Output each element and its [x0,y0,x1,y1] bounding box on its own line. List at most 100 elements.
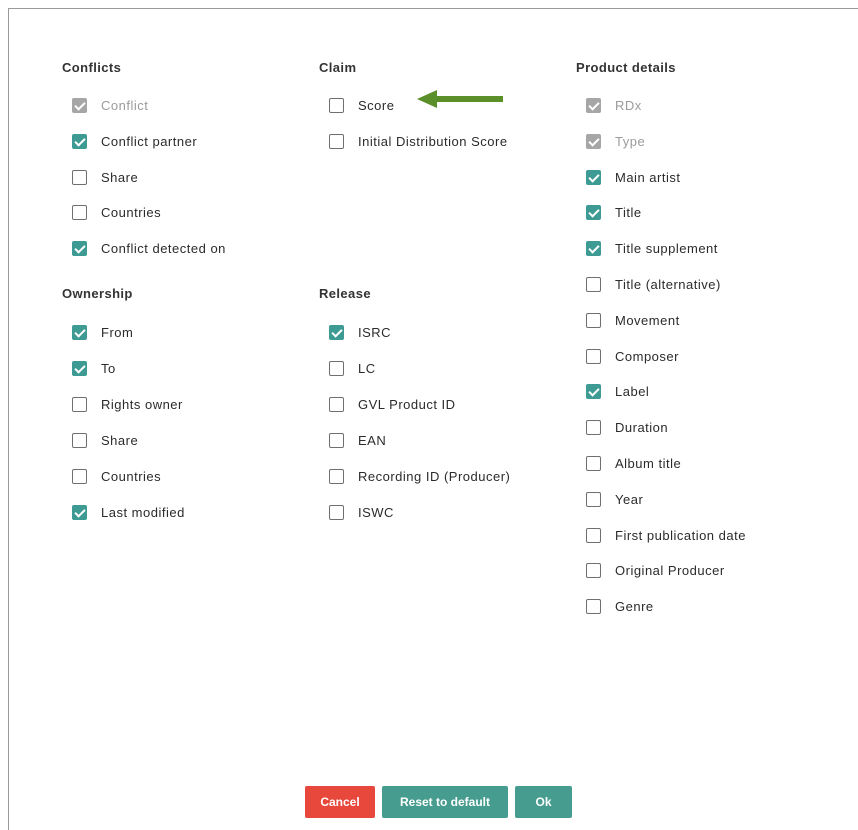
option-product-title-supplement[interactable]: Title supplement [586,239,718,257]
cancel-button[interactable]: Cancel [305,786,375,818]
option-ownership-last-modified[interactable]: Last modified [72,503,185,521]
checkbox-ownership-to[interactable] [72,360,87,376]
option-product-year[interactable]: Year [586,490,643,508]
checkbox-release-gvl-product-id[interactable] [329,396,344,412]
option-ownership-share[interactable]: Share [72,431,138,449]
arrow-left-icon [417,90,503,108]
option-product-movement[interactable]: Movement [586,311,680,329]
option-product-label[interactable]: Label [586,382,649,400]
option-product-duration[interactable]: Duration [586,418,668,436]
option-label: LC [358,360,376,376]
checkbox-conflicts-conflict [72,97,87,113]
checkbox-release-isrc[interactable] [329,324,344,340]
group-title-ownership: Ownership [62,286,133,301]
option-ownership-rights-owner[interactable]: Rights owner [72,395,183,413]
checkbox-product-album-title[interactable] [586,455,601,471]
checkbox-product-title-alternative[interactable] [586,276,601,292]
option-label: To [101,360,116,376]
option-label: Movement [615,312,680,328]
reset-to-default-button[interactable]: Reset to default [382,786,508,818]
option-label: Initial Distribution Score [358,133,508,149]
checkbox-product-first-publication-date[interactable] [586,527,601,543]
option-product-title[interactable]: Title [586,203,642,221]
ok-button[interactable]: Ok [515,786,572,818]
option-product-genre[interactable]: Genre [586,597,654,615]
checkbox-product-title[interactable] [586,204,601,220]
option-release-lc[interactable]: LC [329,359,376,377]
option-label: Share [101,169,139,185]
option-label: Conflict detected on [101,240,226,256]
checkbox-ownership-countries[interactable] [72,468,87,484]
option-label: Original Producer [615,562,725,578]
option-label: Year [615,491,644,507]
option-label: Composer [615,348,679,364]
checkbox-release-ean[interactable] [329,432,344,448]
option-label: Score [358,97,395,113]
checkbox-product-label[interactable] [586,383,601,399]
option-conflicts-conflict-detected-on[interactable]: Conflict detected on [72,239,226,257]
checkbox-product-movement[interactable] [586,312,601,328]
checkbox-conflicts-conflict-partner[interactable] [72,133,87,149]
checkbox-claim-initial-distribution-score[interactable] [329,133,344,149]
option-conflicts-conflict-partner[interactable]: Conflict partner [72,132,197,150]
option-product-title-alternative[interactable]: Title (alternative) [586,275,721,293]
option-release-gvl-product-id[interactable]: GVL Product ID [329,395,456,413]
checkbox-ownership-last-modified[interactable] [72,504,87,520]
checkbox-conflicts-countries[interactable] [72,204,87,220]
option-product-type: Type [586,132,645,150]
option-product-rdx: RDx [586,96,642,114]
option-label: First publication date [615,527,746,543]
option-release-ean[interactable]: EAN [329,431,386,449]
checkbox-product-duration[interactable] [586,419,601,435]
option-label: Type [615,133,646,149]
checkbox-product-original-producer[interactable] [586,562,601,578]
option-label: Duration [615,419,669,435]
checkbox-conflicts-conflict-detected-on[interactable] [72,240,87,256]
option-product-main-artist[interactable]: Main artist [586,168,680,186]
checkbox-product-title-supplement[interactable] [586,240,601,256]
option-label: Genre [615,598,654,614]
option-label: Last modified [101,504,185,520]
option-label: From [101,324,134,340]
checkbox-ownership-share[interactable] [72,432,87,448]
option-product-composer[interactable]: Composer [586,347,679,365]
checkbox-product-rdx [586,97,601,113]
option-claim-score[interactable]: Score [329,96,394,114]
option-ownership-countries[interactable]: Countries [72,467,161,485]
option-label: Recording ID (Producer) [358,468,511,484]
option-ownership-from[interactable]: From [72,323,133,341]
option-label: Conflict [101,97,149,113]
checkbox-product-genre[interactable] [586,598,601,614]
group-title-claim: Claim [319,60,357,75]
option-product-first-publication-date[interactable]: First publication date [586,526,746,544]
checkbox-conflicts-share[interactable] [72,169,87,185]
option-release-isrc[interactable]: ISRC [329,323,391,341]
option-label: Countries [101,468,162,484]
checkbox-product-composer[interactable] [586,348,601,364]
option-label: Rights owner [101,396,183,412]
option-product-album-title[interactable]: Album title [586,454,681,472]
checkbox-product-main-artist[interactable] [586,169,601,185]
option-label: Countries [101,204,162,220]
checkbox-claim-score[interactable] [329,97,344,113]
checkbox-ownership-rights-owner[interactable] [72,396,87,412]
option-conflicts-share[interactable]: Share [72,168,138,186]
option-label: Album title [615,455,682,471]
option-release-iswc[interactable]: ISWC [329,503,394,521]
option-label: Main artist [615,169,681,185]
option-conflicts-countries[interactable]: Countries [72,203,161,221]
checkbox-ownership-from[interactable] [72,324,87,340]
checkbox-release-lc[interactable] [329,360,344,376]
option-claim-initial-distribution-score[interactable]: Initial Distribution Score [329,132,508,150]
group-title-product-details: Product details [576,60,676,75]
checkbox-release-recording-id-producer[interactable] [329,468,344,484]
checkbox-release-iswc[interactable] [329,504,344,520]
option-label: Label [615,383,650,399]
option-label: Title (alternative) [615,276,721,292]
checkbox-product-year[interactable] [586,491,601,507]
checkbox-product-type [586,133,601,149]
option-ownership-to[interactable]: To [72,359,116,377]
option-release-recording-id-producer[interactable]: Recording ID (Producer) [329,467,510,485]
group-title-conflicts: Conflicts [62,60,122,75]
option-product-original-producer[interactable]: Original Producer [586,561,725,579]
